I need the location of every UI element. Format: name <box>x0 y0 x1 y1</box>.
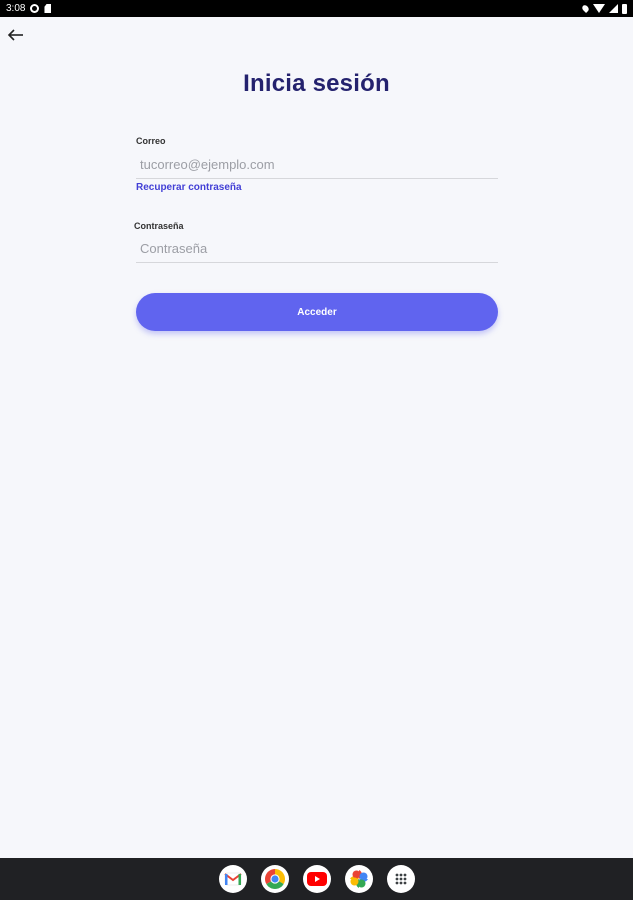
battery-icon <box>622 3 627 14</box>
back-button[interactable] <box>7 28 25 42</box>
arrow-back-icon <box>7 29 23 41</box>
photos-app-button[interactable] <box>344 865 373 893</box>
youtube-app-button[interactable] <box>302 865 331 893</box>
recover-password-link[interactable]: Recuperar contraseña <box>136 182 242 193</box>
notification-icon <box>30 4 40 13</box>
status-bar: 3:08 <box>0 0 633 17</box>
app-drawer-button[interactable] <box>386 865 415 893</box>
password-input[interactable] <box>136 234 498 263</box>
email-input[interactable] <box>136 150 498 179</box>
chrome-icon <box>264 869 285 889</box>
login-button[interactable]: Acceder <box>136 293 498 331</box>
gmail-app-button[interactable] <box>218 865 247 893</box>
app-drawer-icon <box>395 873 406 885</box>
app-dock <box>0 858 633 900</box>
location-icon <box>580 3 591 14</box>
gmail-icon <box>223 872 242 886</box>
page-title: Inicia sesión <box>243 70 390 97</box>
status-time: 3:08 <box>6 3 26 14</box>
wifi-icon <box>593 4 605 13</box>
email-label: Correo <box>136 136 166 146</box>
signal-icon <box>609 4 618 13</box>
sd-card-icon <box>44 4 52 13</box>
photos-icon <box>349 870 368 888</box>
youtube-icon <box>306 872 327 886</box>
chrome-app-button[interactable] <box>260 865 289 893</box>
password-label: Contraseña <box>134 221 184 231</box>
